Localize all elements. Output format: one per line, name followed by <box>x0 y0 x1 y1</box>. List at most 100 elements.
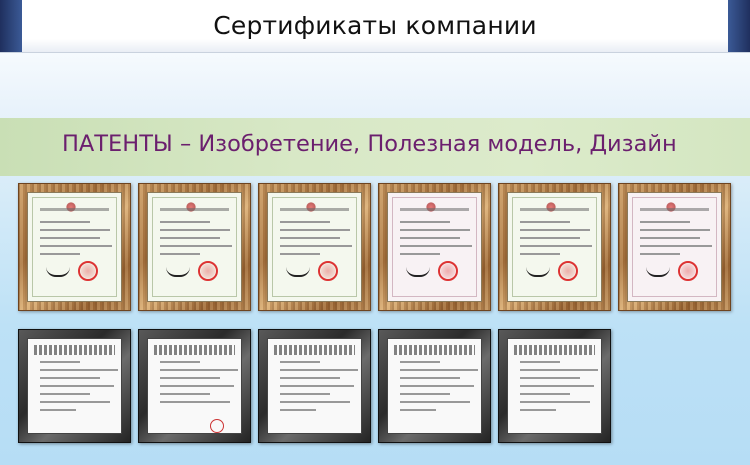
text-line <box>160 361 200 363</box>
text-line <box>280 401 350 403</box>
text-line <box>520 221 570 223</box>
page-title: Сертификаты компании <box>213 11 537 40</box>
seal-icon <box>198 261 218 281</box>
stamp-icon <box>210 419 224 433</box>
text-line <box>400 377 460 379</box>
text-line <box>40 369 118 371</box>
patent-document <box>267 338 362 434</box>
certificate-frame[interactable] <box>378 183 491 311</box>
text-line <box>520 229 590 231</box>
document-frame[interactable] <box>138 329 251 443</box>
text-line <box>280 229 350 231</box>
section-banner: ПАТЕНТЫ – Изобретение, Полезная модель, … <box>0 118 750 176</box>
certificate-document <box>267 192 362 302</box>
text-line <box>520 401 590 403</box>
text-line <box>640 253 680 255</box>
text-line <box>520 409 556 411</box>
text-line <box>640 221 690 223</box>
text-line <box>40 409 76 411</box>
patent-document <box>27 338 122 434</box>
text-line <box>400 221 450 223</box>
certificate-border <box>392 197 477 297</box>
title-bar: Сертификаты компании <box>0 0 750 53</box>
certificate-border <box>272 197 357 297</box>
text-line <box>160 401 230 403</box>
text-line <box>400 253 440 255</box>
text-line <box>640 245 712 247</box>
text-line <box>520 245 592 247</box>
text-line <box>400 409 436 411</box>
text-line <box>40 229 110 231</box>
text-line <box>160 229 230 231</box>
patent-document <box>387 338 482 434</box>
section-title: ПАТЕНТЫ – Изобретение, Полезная модель, … <box>62 131 677 157</box>
certificate-document <box>387 192 482 302</box>
text-line <box>40 253 80 255</box>
text-line <box>520 393 570 395</box>
text-line <box>400 385 474 387</box>
seal-icon <box>558 261 578 281</box>
text-line <box>400 237 460 239</box>
seal-icon <box>318 261 338 281</box>
seal-icon <box>78 261 98 281</box>
text-line <box>40 221 90 223</box>
certificate-header <box>40 208 109 211</box>
text-line <box>280 393 330 395</box>
patent-document <box>147 338 242 434</box>
certificate-frame[interactable] <box>138 183 251 311</box>
certificate-frame[interactable] <box>18 183 131 311</box>
text-line <box>640 237 700 239</box>
text-line <box>520 385 594 387</box>
document-header <box>34 345 115 355</box>
certificate-header <box>520 208 589 211</box>
certificate-border <box>632 197 717 297</box>
text-line <box>400 361 440 363</box>
patent-document <box>507 338 602 434</box>
certificate-header <box>400 208 469 211</box>
text-line <box>160 221 210 223</box>
certificate-frame[interactable] <box>498 183 611 311</box>
text-line <box>280 221 330 223</box>
certificate-header <box>640 208 709 211</box>
text-line <box>40 401 110 403</box>
certificate-frame[interactable] <box>618 183 731 311</box>
text-line <box>400 401 470 403</box>
text-line <box>400 229 470 231</box>
text-line <box>280 245 352 247</box>
text-line <box>400 369 478 371</box>
text-line <box>160 385 234 387</box>
certificate-document <box>507 192 602 302</box>
text-line <box>640 229 710 231</box>
text-line <box>160 253 200 255</box>
text-line <box>40 237 100 239</box>
document-frame[interactable] <box>378 329 491 443</box>
document-frame[interactable] <box>258 329 371 443</box>
text-line <box>160 393 210 395</box>
text-line <box>40 361 80 363</box>
document-frame[interactable] <box>18 329 131 443</box>
document-header <box>154 345 235 355</box>
certificate-frame[interactable] <box>258 183 371 311</box>
certificate-border <box>32 197 117 297</box>
text-line <box>280 253 320 255</box>
text-line <box>40 393 90 395</box>
text-line <box>160 237 220 239</box>
text-line <box>280 361 320 363</box>
text-line <box>520 253 560 255</box>
certificate-header <box>160 208 229 211</box>
certificate-border <box>152 197 237 297</box>
text-line <box>160 377 220 379</box>
certificate-document <box>627 192 722 302</box>
certificate-document <box>27 192 122 302</box>
document-frame[interactable] <box>498 329 611 443</box>
text-line <box>160 245 232 247</box>
text-line <box>40 385 114 387</box>
certificate-document <box>147 192 242 302</box>
text-line <box>520 361 560 363</box>
text-line <box>520 377 580 379</box>
text-line <box>400 245 472 247</box>
certificate-header <box>280 208 349 211</box>
seal-icon <box>678 261 698 281</box>
certificate-border <box>512 197 597 297</box>
document-header <box>514 345 595 355</box>
